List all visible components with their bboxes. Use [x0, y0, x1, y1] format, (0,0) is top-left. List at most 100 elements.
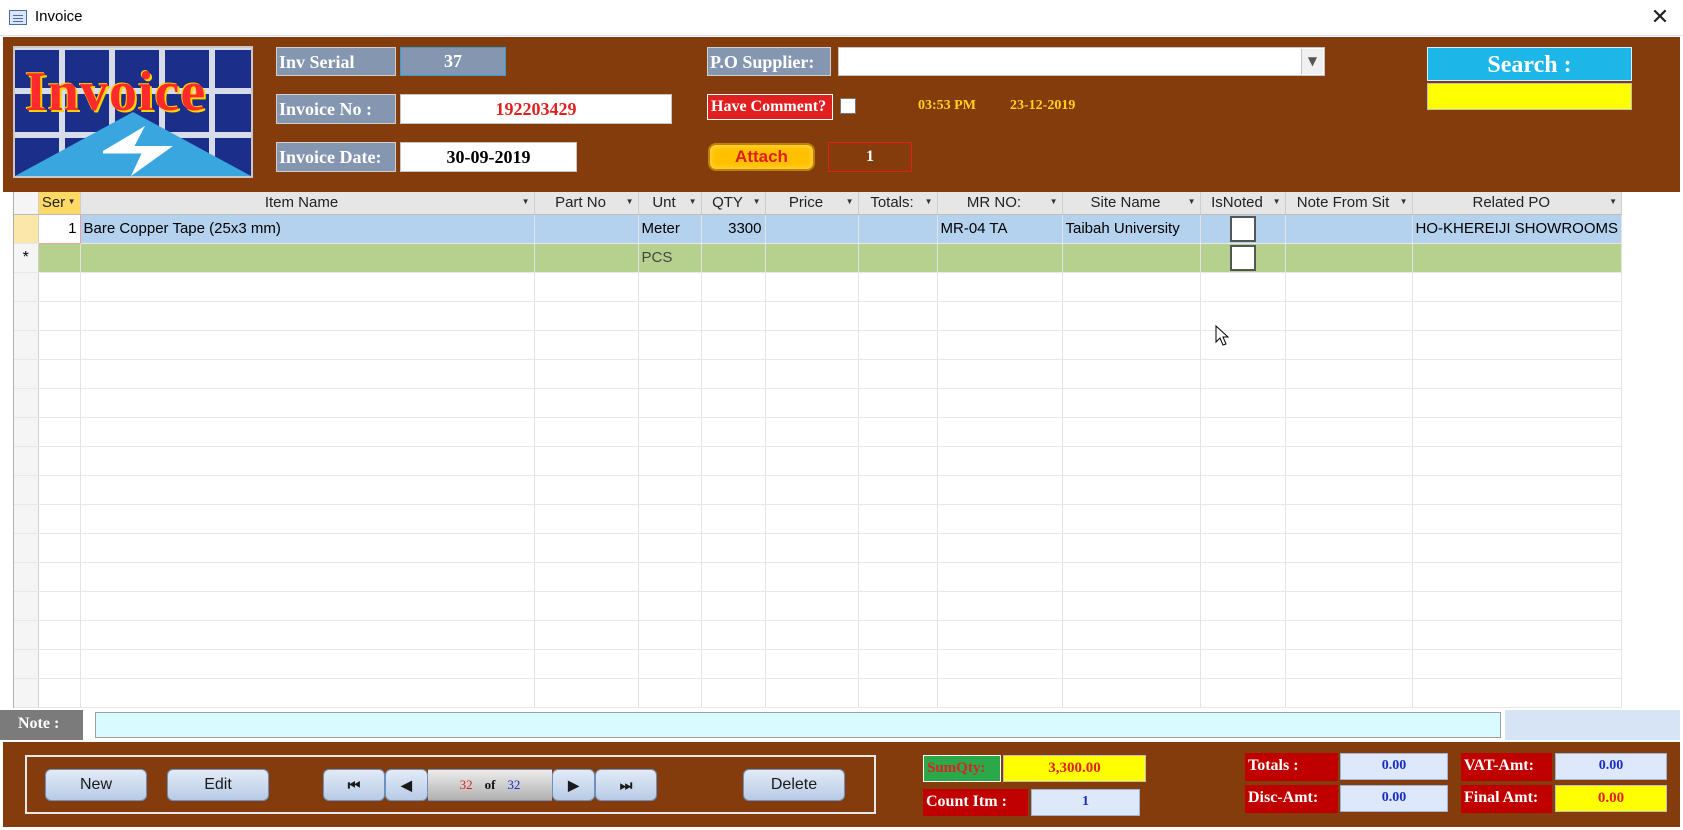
- column-header-note-from-site[interactable]: Note From Sit ▼: [1285, 192, 1413, 215]
- empty-cell: [765, 359, 859, 389]
- cell-mr-no[interactable]: [937, 243, 1063, 273]
- empty-cell: [1412, 591, 1623, 621]
- empty-cell: [1062, 388, 1201, 418]
- cell-part-no[interactable]: [534, 243, 639, 273]
- cell-price[interactable]: [765, 243, 859, 273]
- empty-cell: [765, 649, 859, 679]
- empty-cell: [80, 475, 535, 505]
- column-header-site-name[interactable]: Site Name ▼: [1062, 192, 1201, 215]
- cell-qty[interactable]: [701, 243, 766, 273]
- new-record-row[interactable]: * PCS: [14, 243, 1623, 273]
- have-comment-checkbox[interactable]: [840, 98, 856, 114]
- logo-text: Invoice: [25, 61, 207, 123]
- delete-button[interactable]: Delete: [743, 769, 845, 801]
- record-selector: [14, 649, 39, 679]
- empty-cell: [765, 504, 859, 534]
- invoice-no-field[interactable]: 192203429: [400, 94, 672, 124]
- column-header-unt[interactable]: Unt ▼: [638, 192, 702, 215]
- column-header-item-name[interactable]: Item Name ▼: [80, 192, 535, 215]
- empty-cell: [80, 562, 535, 592]
- table-row[interactable]: 1 Bare Copper Tape (25x3 mm) Meter 3300 …: [14, 213, 1623, 244]
- cell-mr-no[interactable]: MR-04 TA: [937, 214, 1063, 244]
- empty-cell: [701, 620, 766, 650]
- po-supplier-dropdown[interactable]: ▼: [838, 47, 1325, 76]
- current-time: 03:53 PM: [918, 98, 976, 113]
- chevron-down-icon[interactable]: ▼: [1400, 197, 1408, 206]
- column-header-label: Note From Sit: [1296, 194, 1390, 212]
- chevron-down-icon[interactable]: ▼: [1301, 49, 1323, 74]
- chevron-down-icon[interactable]: ▼: [925, 197, 933, 206]
- chevron-down-icon[interactable]: ▼: [68, 197, 76, 206]
- record-selector[interactable]: [14, 214, 39, 244]
- empty-cell: [701, 591, 766, 621]
- empty-cell: [638, 330, 702, 360]
- final-amount-label: Final Amt:: [1461, 785, 1552, 813]
- chevron-down-icon[interactable]: ▼: [626, 197, 634, 206]
- chevron-down-icon[interactable]: ▼: [1609, 197, 1617, 206]
- cell-related-po[interactable]: [1412, 243, 1623, 273]
- empty-cell: [858, 591, 938, 621]
- empty-cell: [858, 330, 938, 360]
- is-noted-checkbox[interactable]: [1229, 215, 1256, 242]
- cell-site-name[interactable]: [1062, 243, 1201, 273]
- new-button[interactable]: New: [45, 769, 147, 801]
- discount-amount-field[interactable]: 0.00: [1340, 785, 1448, 812]
- cell-price[interactable]: [765, 214, 859, 244]
- cell-ser[interactable]: 1: [37, 213, 81, 244]
- cell-note-from-site[interactable]: [1285, 214, 1413, 244]
- column-header-totals[interactable]: Totals: ▼: [858, 192, 938, 215]
- chevron-down-icon[interactable]: ▼: [522, 197, 530, 206]
- edit-button[interactable]: Edit: [167, 769, 269, 801]
- cell-totals[interactable]: [858, 243, 938, 273]
- vat-amount-field[interactable]: 0.00: [1555, 753, 1667, 780]
- cell-unt[interactable]: Meter: [638, 214, 702, 244]
- invoice-date-field[interactable]: 30-09-2019: [400, 142, 577, 172]
- close-button[interactable]: ✕: [1640, 2, 1680, 34]
- empty-cell: [937, 649, 1063, 679]
- previous-record-button[interactable]: ◀: [385, 769, 428, 801]
- cell-is-noted[interactable]: [1200, 214, 1286, 244]
- cell-totals[interactable]: [858, 214, 938, 244]
- empty-cell: [534, 678, 639, 708]
- empty-cell: [765, 446, 859, 476]
- column-header-mr-no[interactable]: MR NO: ▼: [937, 192, 1063, 215]
- cell-item-name[interactable]: Bare Copper Tape (25x3 mm): [80, 214, 535, 244]
- column-header-related-po[interactable]: Related PO ▼: [1412, 192, 1623, 215]
- empty-cell: [534, 272, 639, 302]
- cell-is-noted[interactable]: [1200, 243, 1286, 273]
- chevron-down-icon[interactable]: ▼: [689, 197, 697, 206]
- empty-cell: [534, 533, 639, 563]
- record-selector: [14, 678, 39, 708]
- cell-qty[interactable]: 3300: [701, 214, 766, 244]
- column-header-ser[interactable]: Ser ▼: [38, 192, 81, 215]
- record-selector: [14, 388, 39, 418]
- chevron-down-icon[interactable]: ▼: [1188, 197, 1196, 206]
- cell-note-from-site[interactable]: [1285, 243, 1413, 273]
- empty-cell: [858, 475, 938, 505]
- chevron-down-icon[interactable]: ▼: [846, 197, 854, 206]
- attach-button[interactable]: Attach: [708, 143, 815, 171]
- cell-site-name[interactable]: Taibah University: [1062, 214, 1201, 244]
- cell-item-name[interactable]: [80, 243, 535, 273]
- next-record-button[interactable]: ▶: [552, 769, 595, 801]
- cell-part-no[interactable]: [534, 214, 639, 244]
- column-header-qty[interactable]: QTY ▼: [701, 192, 766, 215]
- column-header-is-noted[interactable]: IsNoted ▼: [1200, 192, 1286, 215]
- chevron-down-icon[interactable]: ▼: [753, 197, 761, 206]
- column-header-price[interactable]: Price ▼: [765, 192, 859, 215]
- new-record-marker[interactable]: *: [14, 243, 39, 273]
- note-input[interactable]: [95, 712, 1501, 738]
- chevron-down-icon[interactable]: ▼: [1273, 197, 1281, 206]
- chevron-down-icon[interactable]: ▼: [1050, 197, 1058, 206]
- first-record-button[interactable]: ⏮: [323, 769, 385, 801]
- is-noted-checkbox[interactable]: [1229, 244, 1256, 271]
- cell-related-po[interactable]: HO-KHEREIJI SHOWROOMS: [1412, 214, 1623, 244]
- cell-unt[interactable]: PCS: [638, 243, 702, 273]
- cell-ser[interactable]: [38, 243, 81, 273]
- column-header-part-no[interactable]: Part No ▼: [534, 192, 639, 215]
- last-record-button[interactable]: ⏭: [595, 769, 657, 801]
- inv-serial-field[interactable]: 37: [400, 47, 506, 76]
- search-input[interactable]: [1427, 83, 1632, 110]
- empty-cell: [858, 301, 938, 331]
- select-all-corner[interactable]: [14, 192, 39, 215]
